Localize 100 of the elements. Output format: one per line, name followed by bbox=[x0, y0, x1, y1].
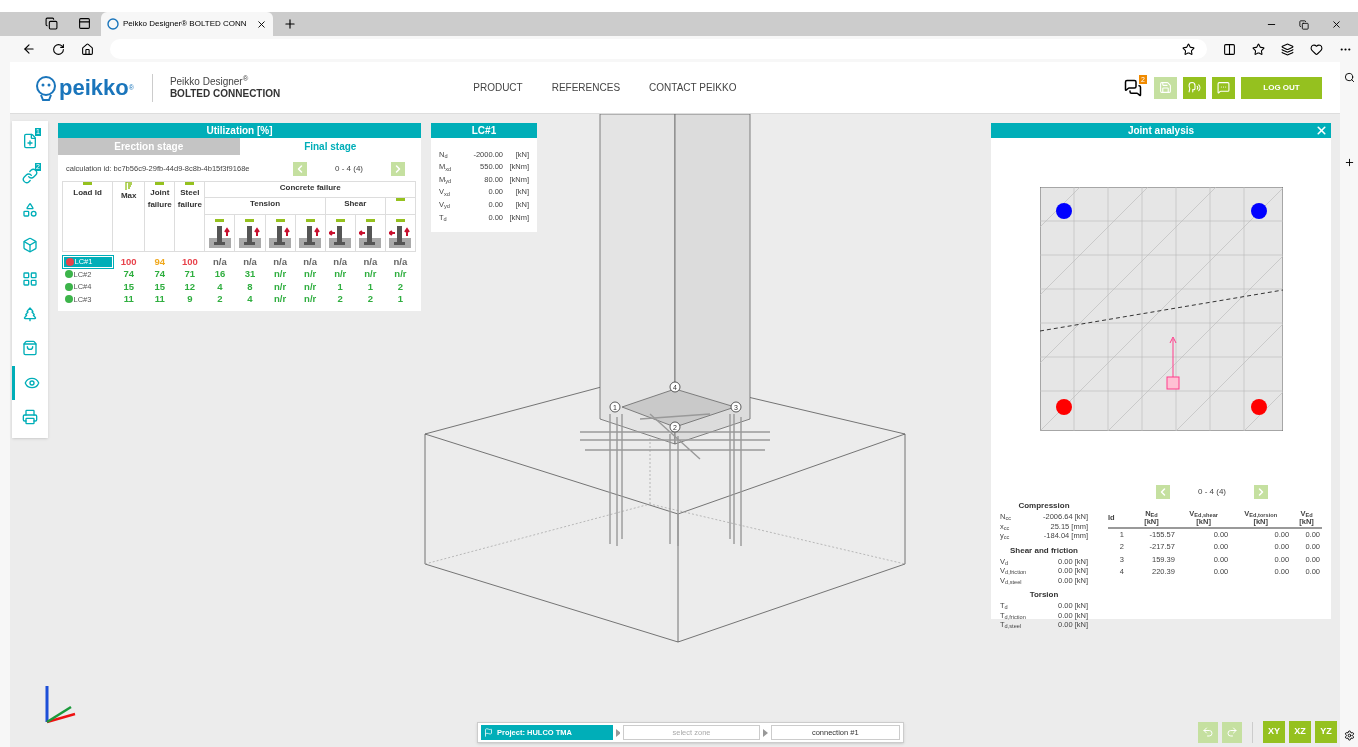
search-icon[interactable] bbox=[1343, 72, 1355, 83]
failure-mode-icon bbox=[239, 223, 261, 248]
utilization-value: n/r bbox=[274, 280, 287, 292]
logo-mascot-icon bbox=[35, 74, 57, 101]
arrow-icon bbox=[615, 728, 621, 737]
favorite-icon[interactable] bbox=[1182, 42, 1195, 56]
utilization-value: 31 bbox=[244, 268, 256, 280]
sort-dash-icon bbox=[215, 218, 225, 222]
utilization-value: n/a bbox=[213, 255, 227, 267]
page-range: 0 - 4 (4) bbox=[1198, 486, 1226, 498]
stage-tab[interactable]: Erection stage bbox=[58, 138, 240, 155]
sort-dash-icon bbox=[83, 182, 93, 185]
close-button[interactable] bbox=[1315, 124, 1328, 137]
panel-title: Utilization [%] bbox=[58, 123, 421, 138]
utilization-value: 1 bbox=[367, 280, 373, 292]
utilization-value: n/a bbox=[393, 255, 408, 267]
sort-dash-icon bbox=[305, 218, 315, 222]
utilization-value: 2 bbox=[397, 280, 404, 292]
browser-tab[interactable]: Peikko Designer® BOLTED CONN bbox=[101, 12, 273, 36]
cube-icon bbox=[22, 236, 38, 253]
utilization-value: 100 bbox=[181, 255, 198, 267]
sort-dash-icon bbox=[365, 218, 375, 222]
product-subtitle: BOLTED CONNECTION bbox=[169, 87, 281, 100]
utilization-value: n/a bbox=[333, 255, 348, 267]
flag-icon bbox=[484, 728, 493, 737]
view-button[interactable]: XZ bbox=[1289, 721, 1311, 743]
add-icon[interactable] bbox=[1343, 157, 1355, 168]
sort-dash-icon bbox=[395, 218, 405, 222]
failure-mode-icon bbox=[299, 223, 322, 248]
utilization-value: 8 bbox=[247, 280, 253, 292]
utilization-value: 74 bbox=[123, 268, 134, 280]
favorites-icon[interactable] bbox=[1252, 42, 1265, 56]
bag-icon bbox=[22, 340, 38, 357]
close-tab-icon[interactable] bbox=[256, 18, 267, 30]
utilization-value: 1 bbox=[397, 293, 404, 305]
utilization-value: 94 bbox=[154, 255, 166, 267]
home-icon[interactable] bbox=[81, 42, 94, 56]
back-icon[interactable] bbox=[22, 42, 36, 56]
panel-title: LC#1 bbox=[431, 123, 537, 138]
sort-dash-icon bbox=[185, 182, 195, 185]
panel-title: Joint analysis bbox=[1127, 124, 1195, 138]
speaking-person-icon bbox=[1188, 81, 1201, 94]
shapes-icon bbox=[22, 202, 38, 219]
tab-actions-icon[interactable] bbox=[78, 17, 91, 30]
printer-icon bbox=[22, 409, 38, 426]
column-header: Max bbox=[120, 191, 137, 200]
force-arrow bbox=[1166, 336, 1180, 390]
chat-icon bbox=[1217, 81, 1230, 94]
failure-mode-icon bbox=[329, 223, 352, 248]
utilization-value: 4 bbox=[217, 280, 223, 292]
utilization-value: 1 bbox=[337, 280, 343, 292]
sort-icon bbox=[124, 182, 133, 190]
tab-favicon-icon bbox=[107, 18, 119, 30]
redo-icon bbox=[1226, 726, 1238, 738]
tab-title: Peikko Designer® BOLTED CONN bbox=[123, 18, 247, 30]
utilization-value: n/r bbox=[274, 293, 287, 305]
failure-mode-icon bbox=[208, 223, 231, 248]
comments-icon[interactable] bbox=[1124, 78, 1142, 97]
nav-link[interactable]: PRODUCT bbox=[473, 80, 523, 95]
column-header: Steel failure bbox=[177, 188, 202, 209]
section-title: Shear and friction bbox=[1009, 544, 1079, 557]
close-window-icon[interactable] bbox=[1331, 19, 1342, 30]
utilization-value: n/a bbox=[363, 255, 378, 267]
nav-link[interactable]: REFERENCES bbox=[551, 80, 621, 95]
product-name: Peikko Designer$^{®}$ bbox=[169, 75, 250, 88]
utilization-value: 12 bbox=[184, 280, 196, 292]
save-icon bbox=[1159, 81, 1172, 94]
column-header: Load Id bbox=[73, 188, 102, 197]
settings-icon[interactable] bbox=[1343, 730, 1355, 741]
utilization-value: n/a bbox=[273, 255, 287, 267]
logo-text: peikko bbox=[59, 76, 129, 99]
utilization-value: n/r bbox=[364, 268, 377, 280]
utilization-value: n/r bbox=[274, 268, 287, 280]
close-icon bbox=[1315, 124, 1328, 137]
reload-icon[interactable] bbox=[52, 42, 65, 56]
file-plus-icon bbox=[22, 133, 38, 150]
utilization-value: 74 bbox=[154, 268, 166, 280]
browser-essentials-icon[interactable] bbox=[1310, 42, 1323, 56]
column-header: Joint failure bbox=[147, 188, 172, 209]
utilization-value: n/r bbox=[394, 268, 407, 280]
logout-button[interactable]: LOG OUT bbox=[1241, 76, 1322, 99]
new-tab-icon[interactable] bbox=[283, 17, 297, 31]
view-button[interactable]: XY bbox=[1263, 721, 1285, 743]
page-range: 0 - 4 (4) bbox=[335, 163, 363, 175]
restore-icon[interactable] bbox=[1299, 19, 1309, 30]
arrow-icon bbox=[762, 728, 768, 737]
column-header: Concrete failure bbox=[279, 183, 341, 192]
split-screen-icon[interactable] bbox=[1223, 42, 1236, 56]
sort-dash-icon bbox=[275, 218, 285, 222]
utilization-value: 2 bbox=[337, 293, 343, 305]
workspaces-icon[interactable] bbox=[45, 17, 58, 30]
utilization-value: 2 bbox=[217, 293, 223, 305]
view-button[interactable]: YZ bbox=[1315, 721, 1337, 743]
section-title: Compression bbox=[1017, 500, 1071, 512]
utilization-value: 15 bbox=[154, 280, 166, 292]
grid-icon bbox=[22, 271, 38, 288]
utilization-value: 4 bbox=[247, 293, 253, 305]
utilization-value: n/r bbox=[304, 268, 317, 280]
nav-link[interactable]: CONTACT PEIKKO bbox=[649, 80, 737, 95]
collections-icon[interactable] bbox=[1281, 42, 1294, 56]
